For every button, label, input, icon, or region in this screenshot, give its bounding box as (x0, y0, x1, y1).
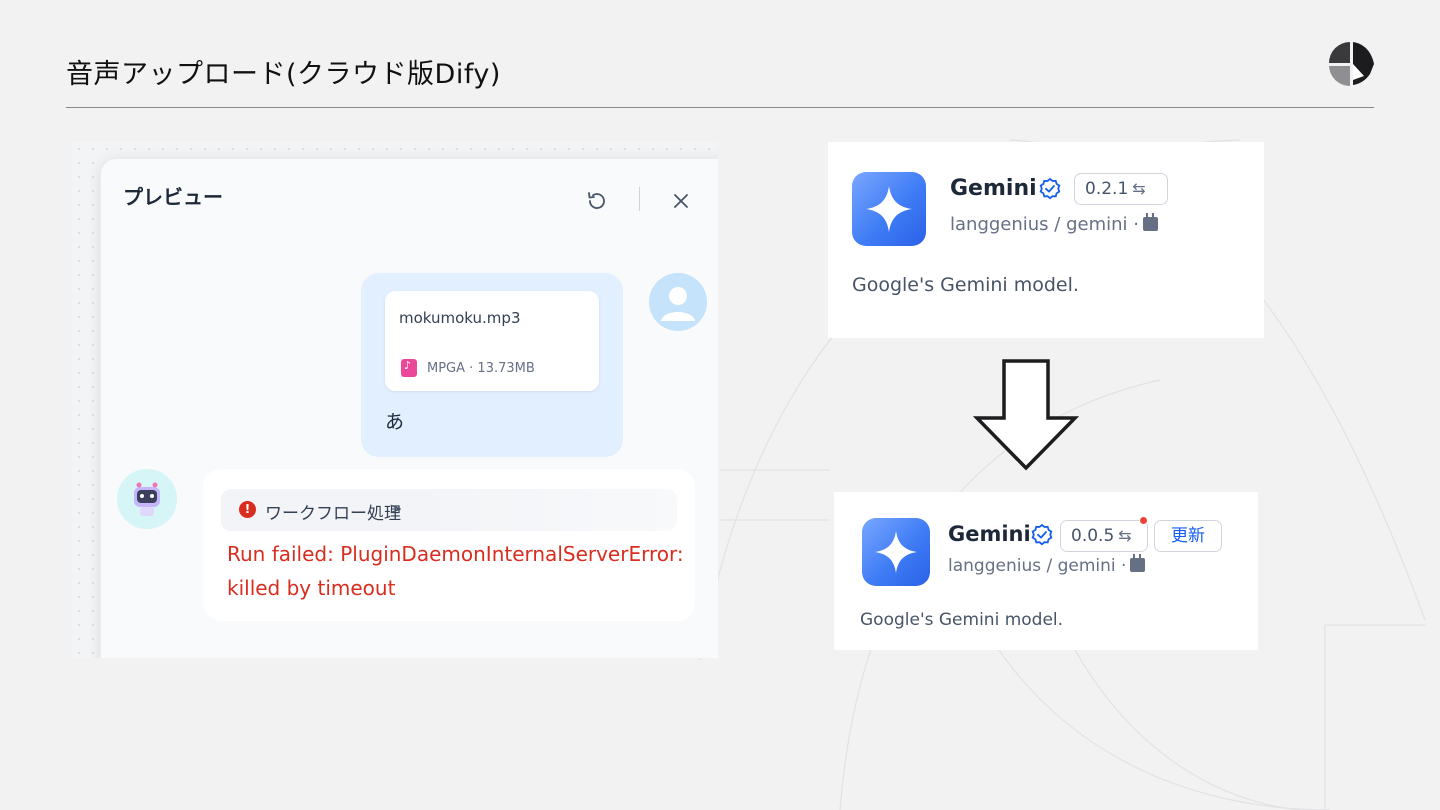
update-button[interactable]: 更新 (1154, 520, 1222, 552)
version-label: 0.2.1 (1085, 179, 1129, 199)
plugin-org-path: langgenius / gemini · (950, 213, 1158, 235)
bot-message-bubble: ! ワークフロー処理 > Run failed: PluginDaemonInt… (203, 469, 695, 621)
plugin-card-before: Gemini 0.2.1 ⇆ langgenius / gemini · Goog… (828, 142, 1264, 338)
org-path-text: langgenius / gemini · (950, 214, 1139, 235)
user-avatar (649, 273, 707, 331)
bot-avatar (117, 469, 177, 529)
file-name: mokumoku.mp3 (399, 309, 521, 327)
user-message-bubble: mokumoku.mp3 MPGA · 13.73MB あ (361, 273, 623, 457)
preview-panel: プレビュー mokumoku.mp3 MPGA · 13.73MB あ (100, 158, 718, 658)
preview-title: プレビュー (123, 185, 223, 209)
plugin-source-icon (1142, 213, 1158, 231)
error-icon: ! (239, 501, 256, 518)
arrow-down-icon (972, 359, 1080, 471)
close-icon[interactable] (671, 191, 691, 211)
plugin-name: Gemini (948, 522, 1031, 546)
gemini-icon (862, 518, 930, 586)
verified-icon (1031, 523, 1053, 546)
file-attachment-card[interactable]: mokumoku.mp3 MPGA · 13.73MB (385, 291, 599, 391)
plugin-description: Google's Gemini model. (860, 610, 1064, 630)
workflow-canvas: プレビュー mokumoku.mp3 MPGA · 13.73MB あ (72, 142, 718, 658)
plugin-org-path: langgenius / gemini · (948, 554, 1146, 576)
org-path-text: langgenius / gemini · (948, 556, 1127, 576)
plugin-description: Google's Gemini model. (852, 274, 1079, 296)
file-meta: MPGA · 13.73MB (427, 361, 535, 376)
gemini-icon (852, 172, 926, 246)
brand-logo-icon (1329, 42, 1374, 86)
workflow-label: ワークフロー処理 (265, 504, 401, 524)
refresh-icon[interactable] (585, 189, 609, 213)
update-available-dot (1139, 516, 1148, 525)
verified-icon (1039, 177, 1061, 200)
plugin-name: Gemini (950, 176, 1037, 201)
switch-version-icon: ⇆ (1118, 526, 1132, 545)
header-divider (639, 187, 640, 211)
plugin-card-after: Gemini 0.0.5 ⇆ 更新 langgenius / gemini · G… (834, 492, 1258, 650)
slide-title: 音声アップロード(クラウド版Dify) (66, 59, 501, 90)
robot-icon (117, 469, 177, 529)
audio-file-icon (401, 359, 417, 377)
workflow-process-toggle[interactable]: ! ワークフロー処理 > (221, 489, 677, 531)
version-switcher[interactable]: 0.2.1 ⇆ (1074, 173, 1168, 205)
chevron-right-icon: > (389, 499, 403, 518)
user-message-text: あ (385, 411, 405, 433)
user-avatar-icon (649, 273, 707, 331)
version-switcher[interactable]: 0.0.5 ⇆ (1060, 520, 1148, 552)
title-divider (66, 107, 1374, 108)
switch-version-icon: ⇆ (1132, 179, 1146, 198)
error-message: Run failed: PluginDaemonInternalServerEr… (227, 542, 684, 600)
version-label: 0.0.5 (1071, 526, 1115, 546)
plugin-source-icon (1130, 554, 1146, 572)
